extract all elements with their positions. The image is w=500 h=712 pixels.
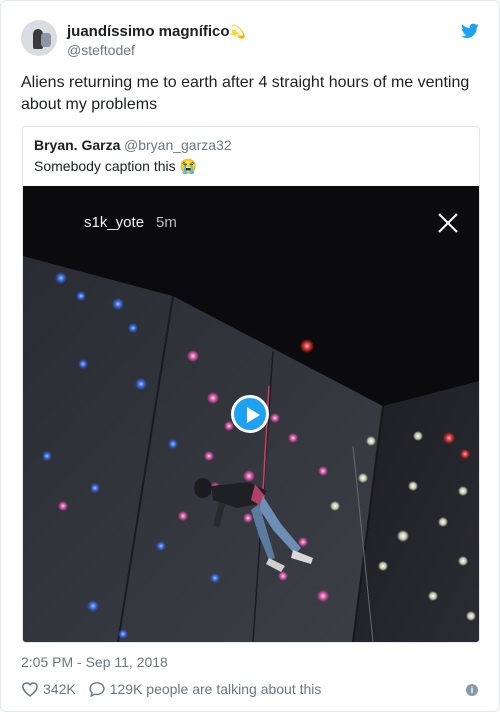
quoted-tweet[interactable]: Bryan. Garza @bryan_garza32 Somebody cap… (22, 126, 480, 643)
play-icon[interactable] (231, 395, 269, 433)
video-media[interactable]: s1k_yote 5m (23, 186, 479, 642)
story-time: 5m (156, 214, 177, 231)
quoted-emoji: 😭 (179, 158, 197, 174)
conversation-link[interactable]: 129K people are talking about this (110, 681, 322, 697)
tweet-card: juandíssimo magnífico💫 @steftodef Aliens… (0, 0, 500, 712)
quoted-author-name[interactable]: Bryan. Garza (34, 137, 120, 153)
like-count[interactable]: 342K (43, 681, 76, 697)
tweet-actions: 342K 129K people are talking about this (21, 681, 321, 697)
heart-icon[interactable] (21, 681, 39, 697)
quoted-author-handle[interactable]: @bryan_garza32 (124, 137, 232, 153)
twitter-bird-icon[interactable] (461, 23, 479, 39)
story-username: s1k_yote (84, 214, 145, 231)
tweet-text: Aliens returning me to earth after 4 str… (21, 74, 470, 113)
quoted-text-content: Somebody caption this (34, 158, 176, 174)
avatar-figure-secondary (41, 33, 51, 47)
tweet-timestamp[interactable]: 2:05 PM - Sep 11, 2018 (21, 654, 168, 670)
quoted-text: Somebody caption this 😭 (34, 158, 197, 175)
author-emoji: 💫 (229, 24, 246, 39)
speech-bubble-icon[interactable] (88, 681, 106, 697)
author-handle[interactable]: @steftodef (67, 42, 135, 58)
avatar[interactable] (21, 20, 57, 56)
close-icon (438, 213, 458, 233)
info-icon[interactable]: i (466, 684, 478, 696)
author-name-text: juandíssimo magnífico (67, 23, 230, 40)
author-name[interactable]: juandíssimo magnífico💫 (67, 23, 246, 40)
